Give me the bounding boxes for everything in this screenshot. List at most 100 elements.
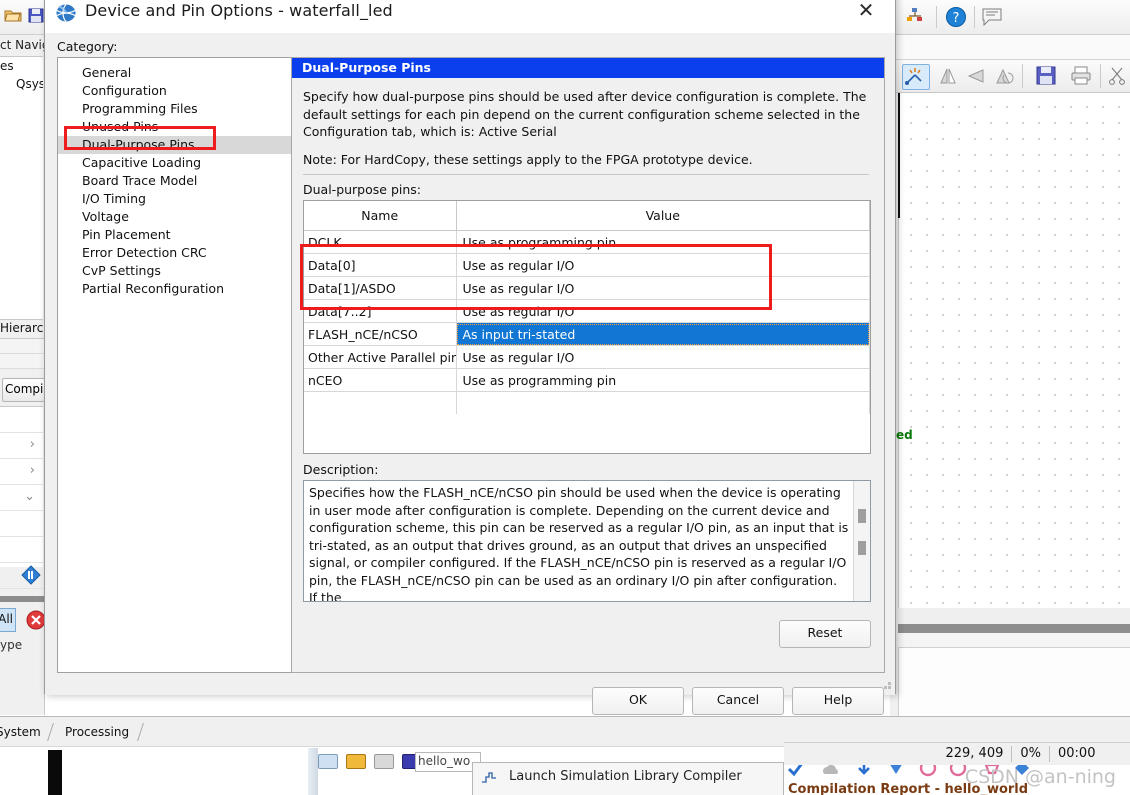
toolbar-separator: [1100, 64, 1101, 88]
save-icon[interactable]: [1036, 66, 1056, 85]
list-item[interactable]: ›: [0, 459, 43, 485]
table-row[interactable]: Data[0] Use as regular I/O: [304, 253, 870, 277]
panel-header: Dual-Purpose Pins: [292, 58, 884, 78]
help-button[interactable]: Help: [792, 687, 884, 715]
category-item-programming-files[interactable]: Programming Files: [58, 100, 292, 118]
help-icon[interactable]: ?: [945, 6, 967, 28]
project-tree[interactable]: es Qsys/c: [0, 56, 43, 320]
cell-pin-name[interactable]: Data[7..2]: [304, 299, 457, 323]
table-row-selected[interactable]: FLASH_nCE/nCSO As input tri-stated: [304, 322, 870, 346]
dual-purpose-pins-table[interactable]: Name Value DCLK Use as programming pin D…: [303, 200, 871, 454]
table-row[interactable]: Data[7..2] Use as regular I/O: [304, 299, 870, 323]
table-row[interactable]: nCEO Use as programming pin: [304, 368, 870, 392]
resize-grip[interactable]: [881, 682, 891, 692]
dialog-title-bar[interactable]: Device and Pin Options - waterfall_led ✕: [45, 0, 895, 33]
reset-button[interactable]: Reset: [779, 620, 871, 648]
open-folder-icon[interactable]: [4, 8, 22, 23]
ok-button[interactable]: OK: [592, 687, 684, 715]
flip-horizontal-icon[interactable]: [938, 67, 958, 85]
list-item[interactable]: [0, 537, 43, 563]
schematic-canvas[interactable]: [898, 93, 1130, 608]
chevron-down-icon[interactable]: ⌄: [24, 489, 35, 504]
category-item-unused-pins[interactable]: Unused Pins: [58, 118, 292, 136]
chevron-right-icon[interactable]: ›: [30, 463, 35, 478]
compile-tab-button[interactable]: Compil: [2, 378, 44, 402]
cell-pin-value[interactable]: Use as regular I/O: [456, 299, 870, 323]
tab-processing[interactable]: Processing: [65, 722, 129, 742]
cell-pin-value[interactable]: As input tri-stated: [456, 322, 870, 346]
chevron-right-icon[interactable]: ›: [30, 437, 35, 452]
splitter-bar[interactable]: [0, 596, 44, 602]
category-item-partial-reconfiguration[interactable]: Partial Reconfiguration: [58, 280, 292, 298]
table-row[interactable]: Other Active Parallel pins Use as regula…: [304, 345, 870, 369]
save-icon[interactable]: [28, 8, 44, 23]
cancel-button[interactable]: Cancel: [692, 687, 784, 715]
category-item-configuration[interactable]: Configuration: [58, 82, 292, 100]
category-item-capacitive-loading[interactable]: Capacitive Loading: [58, 154, 292, 172]
tab-system[interactable]: System: [0, 722, 41, 742]
pin-planner-icon[interactable]: [906, 8, 926, 26]
tasks-list[interactable]: › › ⌄: [0, 406, 43, 589]
hierarchy-tab[interactable]: Hierarch: [0, 318, 44, 339]
description-scrollbar[interactable]: [853, 481, 870, 601]
simulation-icon: [482, 772, 496, 783]
cell-pin-value[interactable]: Use as programming pin: [456, 230, 870, 254]
scrollbar-thumb-2[interactable]: [858, 541, 866, 555]
list-item[interactable]: [0, 563, 43, 589]
table-row[interactable]: Data[1]/ASDO Use as regular I/O: [304, 276, 870, 300]
category-item-io-timing[interactable]: I/O Timing: [58, 190, 292, 208]
category-item-error-detection-crc[interactable]: Error Detection CRC: [58, 244, 292, 262]
cell-pin-name[interactable]: nCEO: [304, 368, 457, 392]
programmer-diamond-icon[interactable]: [21, 565, 41, 585]
mini-icon-window[interactable]: [318, 754, 338, 769]
category-item-general[interactable]: General: [58, 64, 292, 82]
cell-pin-value[interactable]: Use as regular I/O: [456, 253, 870, 277]
messages-all-filter[interactable]: All: [0, 608, 16, 632]
dual-purpose-pins-panel: Dual-Purpose Pins Specify how dual-purpo…: [291, 57, 885, 673]
cell-empty: [304, 391, 457, 414]
background-splitter[interactable]: [898, 624, 1130, 633]
table-row[interactable]: DCLK Use as programming pin: [304, 230, 870, 254]
cell-pin-name[interactable]: Data[1]/ASDO: [304, 276, 457, 300]
column-header-name[interactable]: Name: [304, 201, 457, 231]
cell-pin-value[interactable]: Use as regular I/O: [456, 345, 870, 369]
context-menu-popup[interactable]: Launch Simulation Library Compiler: [472, 762, 784, 795]
description-box[interactable]: Specifies how the FLASH_nCE/nCSO pin sho…: [303, 480, 871, 602]
category-list[interactable]: General Configuration Programming Files …: [57, 57, 293, 673]
close-icon[interactable]: ✕: [843, 0, 889, 27]
cell-pin-value[interactable]: Use as regular I/O: [456, 276, 870, 300]
background-strip-2: [898, 633, 1130, 648]
print-icon[interactable]: [1070, 66, 1092, 85]
cut-icon[interactable]: [1108, 67, 1126, 85]
rotate-icon[interactable]: [994, 67, 1016, 85]
menu-item-launch-simulation-library-compiler[interactable]: Launch Simulation Library Compiler: [509, 769, 742, 784]
tree-item-qsys[interactable]: Qsys/c: [0, 75, 43, 93]
category-item-pin-placement[interactable]: Pin Placement: [58, 226, 292, 244]
panel-strip-1: [0, 339, 44, 354]
error-filter-icon[interactable]: [24, 608, 45, 632]
mini-icon-gray[interactable]: [374, 754, 394, 769]
comment-icon[interactable]: [982, 8, 1002, 26]
mini-icon-folder[interactable]: [346, 754, 366, 769]
column-header-value[interactable]: Value: [456, 201, 870, 231]
cell-pin-value[interactable]: Use as programming pin: [456, 368, 870, 392]
list-item[interactable]: [0, 511, 43, 537]
cell-pin-name[interactable]: DCLK: [304, 230, 457, 254]
cell-pin-name[interactable]: Other Active Parallel pins: [304, 345, 457, 369]
category-item-cvp-settings[interactable]: CvP Settings: [58, 262, 292, 280]
category-item-voltage[interactable]: Voltage: [58, 208, 292, 226]
list-item[interactable]: ›: [0, 433, 43, 459]
background-strip-1: [898, 608, 1130, 624]
category-item-board-trace-model[interactable]: Board Trace Model: [58, 172, 292, 190]
category-item-dual-purpose-pins[interactable]: Dual-Purpose Pins: [58, 136, 292, 154]
tree-item-files[interactable]: es: [0, 57, 43, 75]
flip-vertical-icon[interactable]: [966, 67, 986, 85]
scrollbar-thumb[interactable]: [858, 509, 866, 523]
list-item[interactable]: [0, 407, 43, 433]
cell-pin-name[interactable]: Data[0]: [304, 253, 457, 277]
panel-divider: [303, 174, 869, 175]
list-item[interactable]: ⌄: [0, 485, 43, 511]
cell-pin-name[interactable]: FLASH_nCE/nCSO: [304, 322, 457, 346]
message-type-column: ype: [0, 638, 23, 652]
selection-tool-button[interactable]: [902, 64, 930, 90]
